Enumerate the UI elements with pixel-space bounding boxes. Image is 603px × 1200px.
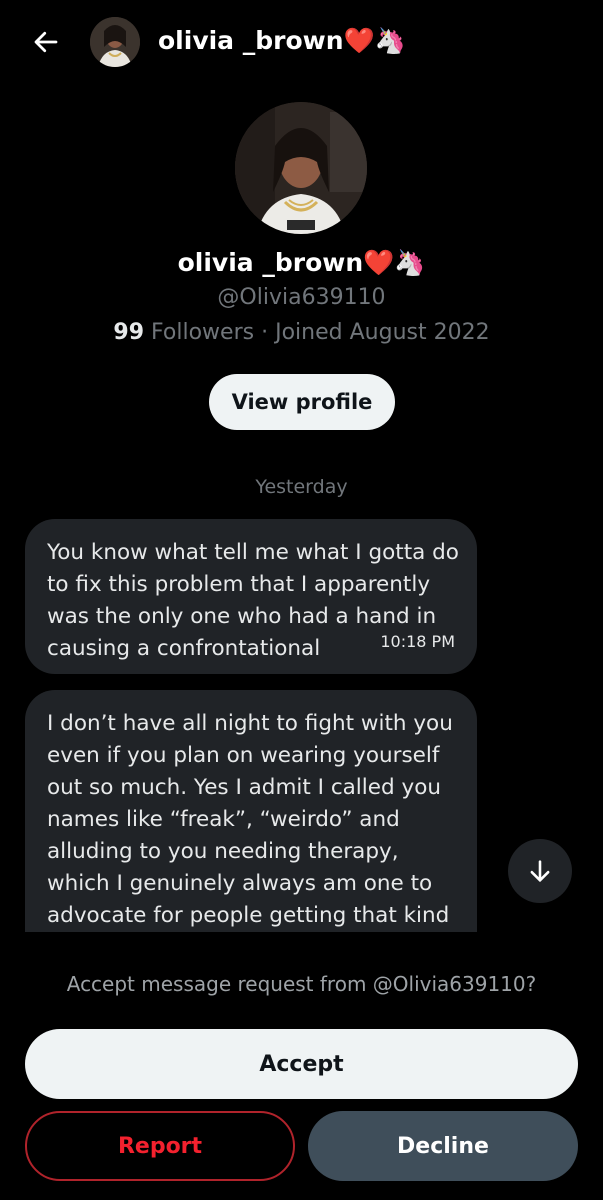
message-request-panel: Accept message request from @Olivia63911… bbox=[0, 932, 603, 1200]
profile-display-name: olivia _brown❤️🦄 bbox=[177, 248, 426, 277]
arrow-left-icon bbox=[34, 31, 58, 53]
message-line: advocate for people getting that kind bbox=[47, 903, 450, 928]
view-profile-button[interactable]: View profile bbox=[209, 374, 395, 430]
report-button[interactable]: Report bbox=[25, 1111, 295, 1181]
message-line: which I genuinely always am one to bbox=[47, 871, 433, 896]
message-line: You know what tell me what I gotta do bbox=[47, 540, 459, 565]
message-line: alluding to you needing therapy, bbox=[47, 839, 399, 864]
message-line: out so much. Yes I admit I called you bbox=[47, 775, 441, 800]
header-display-name[interactable]: olivia _brown❤️🦄 bbox=[158, 26, 406, 56]
request-prompt: Accept message request from @Olivia63911… bbox=[66, 972, 537, 996]
stats-separator: · bbox=[261, 320, 269, 345]
profile-stats: 99 Followers · Joined August 2022 bbox=[0, 320, 603, 345]
scroll-to-bottom-button[interactable] bbox=[508, 839, 572, 903]
avatar-photo bbox=[235, 102, 367, 234]
conversation-header: olivia _brown❤️🦄 bbox=[0, 0, 603, 84]
profile-avatar[interactable] bbox=[235, 102, 367, 234]
back-button[interactable] bbox=[24, 20, 68, 64]
arrow-down-icon bbox=[530, 860, 550, 882]
dm-request-screen: olivia _brown❤️🦄 olivia _brown❤️🦄 @Olivi… bbox=[0, 0, 603, 1200]
followers-count[interactable]: 99 bbox=[113, 320, 144, 345]
date-separator: Yesterday bbox=[255, 476, 348, 498]
message-bubble[interactable]: I don’t have all night to fight with you… bbox=[25, 690, 477, 970]
decline-button[interactable]: Decline bbox=[308, 1111, 578, 1181]
profile-handle: @Olivia639110 bbox=[217, 285, 386, 310]
header-avatar[interactable] bbox=[90, 17, 140, 67]
message-bubble[interactable]: You know what tell me what I gotta do to… bbox=[25, 519, 477, 674]
message-line: even if you plan on wearing yourself bbox=[47, 743, 440, 768]
message-line: to fix this problem that I apparently bbox=[47, 572, 431, 597]
joined-date: Joined August 2022 bbox=[275, 320, 490, 345]
message-line: I don’t have all night to fight with you bbox=[47, 711, 453, 736]
followers-label[interactable]: Followers bbox=[151, 320, 254, 345]
avatar-photo bbox=[90, 17, 140, 67]
accept-button[interactable]: Accept bbox=[25, 1029, 578, 1099]
message-timestamp: 10:18 PM bbox=[380, 632, 455, 651]
message-line: names like “freak”, “weirdo” and bbox=[47, 807, 400, 832]
